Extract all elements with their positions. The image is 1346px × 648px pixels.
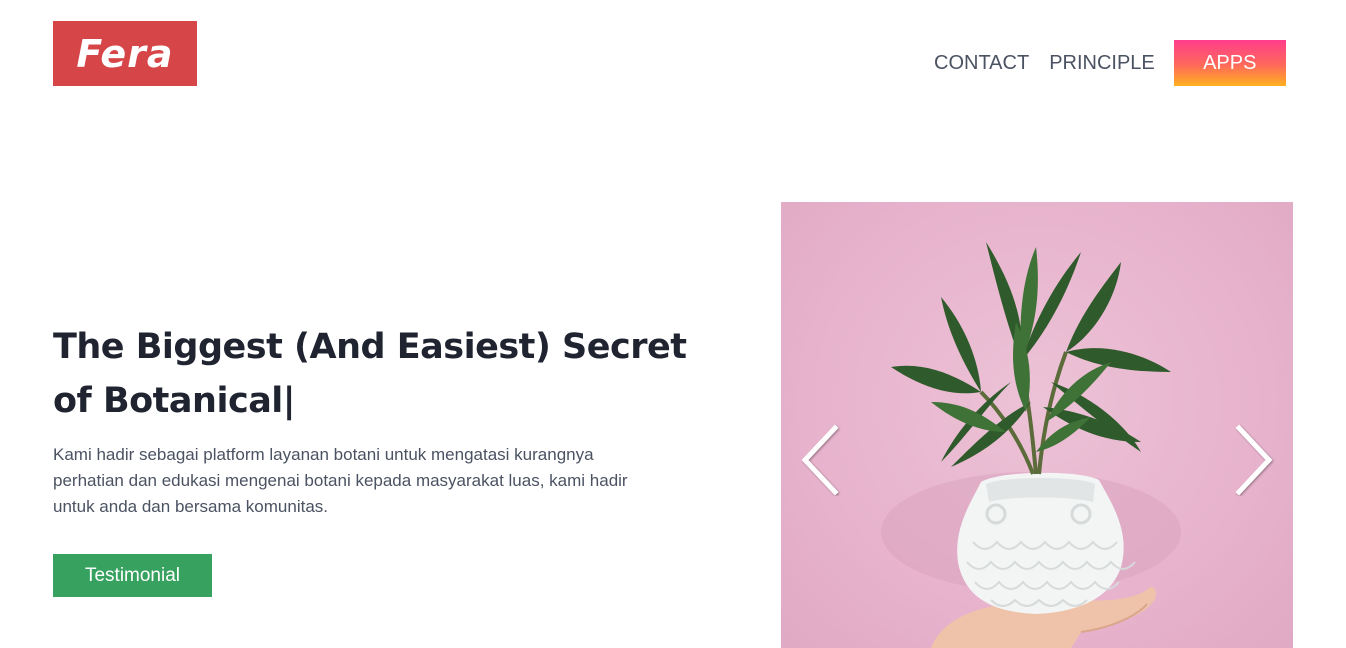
hero-title: The Biggest (And Easiest) Secret of Bota… <box>53 327 687 421</box>
nav-apps-button[interactable]: APPS <box>1173 40 1286 86</box>
testimonial-button[interactable]: Testimonial <box>53 554 212 597</box>
chevron-right-icon <box>1235 424 1273 496</box>
hero-carousel <box>781 202 1293 648</box>
logo-text: Fera <box>76 31 174 76</box>
carousel-next-button[interactable] <box>1229 424 1275 496</box>
page: Fera CONTACT PRINCIPLE APPS The Biggest … <box>0 0 1346 648</box>
main-nav: CONTACT PRINCIPLE APPS <box>924 40 1286 86</box>
logo[interactable]: Fera <box>53 21 197 86</box>
carousel-prev-button[interactable] <box>799 424 845 496</box>
nav-contact[interactable]: CONTACT <box>924 52 1039 75</box>
chevron-left-icon <box>801 424 839 496</box>
hero-description: Kami hadir sebagai platform layanan bota… <box>53 445 628 516</box>
plant-image <box>881 242 1181 648</box>
nav-principle[interactable]: PRINCIPLE <box>1039 52 1165 75</box>
